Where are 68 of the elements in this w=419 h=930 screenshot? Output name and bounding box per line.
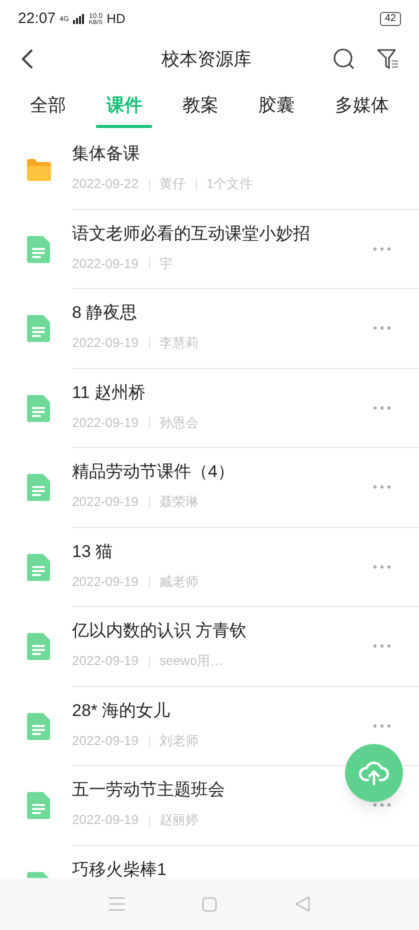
page-title: 校本资源库	[162, 48, 252, 70]
document-icon	[26, 554, 50, 581]
resource-row[interactable]: 语文老师必看的互动课堂小妙招 2022-09-19 宇	[0, 210, 419, 289]
meta-text: 2022-09-19	[72, 414, 138, 432]
meta-text: 2022-09-19	[72, 254, 138, 273]
document-icon	[26, 315, 50, 342]
meta-text: 李慧莉	[160, 334, 198, 352]
meta-text: 2022-09-22	[72, 175, 138, 194]
document-icon	[26, 394, 50, 422]
resource-title: 五一劳动节主题班会	[72, 779, 226, 800]
hd-label: HD	[106, 10, 126, 28]
resource-title: 语文老师必看的互动课堂小妙招	[72, 222, 311, 244]
search-icon[interactable]	[333, 48, 355, 70]
battery-indicator: 42	[380, 12, 401, 26]
resource-row[interactable]: 8 静夜思 2022-09-19 李慧莉	[0, 289, 419, 368]
meta-text: 2022-09-19	[72, 811, 138, 830]
filter-icon[interactable]	[377, 48, 399, 70]
meta-text: 孙恩会	[160, 414, 198, 432]
document-icon	[26, 792, 50, 820]
resource-row[interactable]: 11 赵州桥 2022-09-19 孙恩会	[0, 368, 419, 448]
meta-text: 臧老师	[160, 572, 198, 591]
meta-text: 宇	[160, 254, 172, 273]
category-tab[interactable]: 教案	[172, 80, 228, 130]
status-time: 22:07	[18, 8, 56, 29]
meta-text: 1个文件	[206, 175, 253, 194]
meta-text: 黄仔	[160, 175, 186, 194]
meta-text: 2022-09-19	[72, 334, 138, 352]
resource-title: 巧移火柴棒1	[72, 858, 168, 878]
resource-title: 28* 海的女儿	[72, 700, 172, 721]
more-icon[interactable]	[373, 485, 391, 489]
resource-title: 8 静夜思	[72, 302, 138, 324]
meta-text: seewo用…	[160, 652, 224, 670]
meta-text: 2022-09-19	[72, 732, 138, 750]
resource-title: 集体备课	[72, 143, 141, 164]
document-icon	[26, 474, 50, 502]
resource-row[interactable]: 精品劳动节课件（4） 2022-09-19 聂荣琳	[0, 448, 419, 528]
resource-row[interactable]: 13 猫 2022-09-19 臧老师	[0, 528, 419, 607]
meta-text: 2022-09-19	[72, 652, 138, 670]
back-triangle-icon[interactable]	[295, 896, 310, 912]
document-icon	[26, 633, 50, 660]
menu-icon[interactable]	[108, 897, 125, 911]
category-tab[interactable]: 全部	[20, 80, 76, 130]
resource-title: 亿以内数的认识 方青钦	[72, 620, 248, 642]
meta-text: 赵丽婷	[160, 811, 198, 830]
meta-text: 聂荣琳	[160, 493, 198, 512]
more-icon[interactable]	[373, 564, 391, 568]
upload-cloud-icon	[359, 760, 389, 786]
home-icon[interactable]	[202, 896, 218, 912]
more-icon[interactable]	[373, 326, 391, 330]
more-icon[interactable]	[373, 246, 391, 250]
more-icon[interactable]	[373, 406, 391, 410]
document-icon	[26, 712, 50, 740]
resource-title: 11 赵州桥	[72, 382, 146, 403]
meta-text: 2022-09-19	[72, 572, 138, 591]
meta-text: 刘老师	[160, 732, 198, 750]
resource-row[interactable]: 亿以内数的认识 方青钦 2022-09-19 seewo用…	[0, 607, 419, 686]
folder-icon	[24, 158, 52, 182]
more-icon[interactable]	[373, 803, 391, 807]
meta-text: 2022-09-19	[72, 493, 138, 512]
document-icon	[26, 236, 50, 263]
category-tab[interactable]: 胶囊	[248, 80, 305, 130]
more-icon[interactable]	[373, 644, 391, 648]
resource-row[interactable]: 集体备课 2022-09-22 黄仔 1个文件	[0, 130, 419, 210]
resource-title: 13 猫	[72, 540, 114, 562]
resource-title: 精品劳动节课件（4）	[72, 461, 236, 482]
more-icon[interactable]	[373, 724, 391, 728]
category-tab[interactable]: 多媒体	[324, 80, 399, 130]
signal-icon	[72, 14, 85, 24]
